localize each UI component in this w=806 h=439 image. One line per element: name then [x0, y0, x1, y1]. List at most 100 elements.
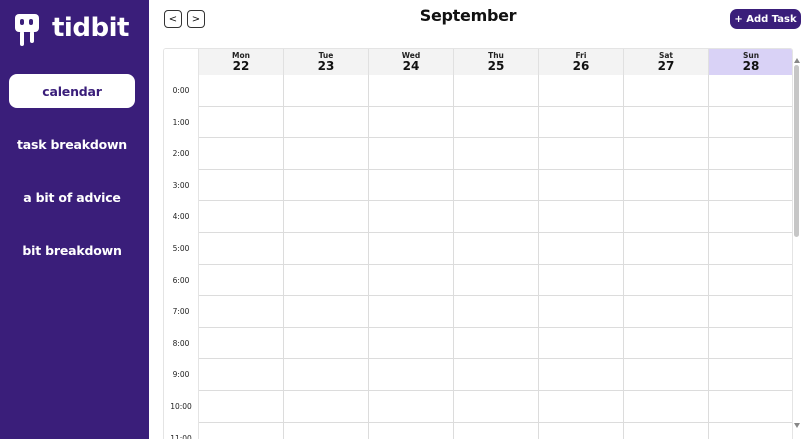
- time-slot-cell[interactable]: [369, 106, 454, 139]
- sidebar-item-calendar[interactable]: calendar: [9, 74, 135, 108]
- time-slot-cell[interactable]: [199, 391, 284, 423]
- time-slot-cell[interactable]: [454, 138, 539, 170]
- time-slot-cell[interactable]: [199, 75, 284, 107]
- time-slot-cell[interactable]: [624, 201, 709, 233]
- time-slot-cell[interactable]: [454, 201, 539, 233]
- day-date: 27: [657, 59, 675, 73]
- time-slot-cell[interactable]: [709, 170, 792, 202]
- time-slot-cell[interactable]: [454, 233, 539, 265]
- time-slot-cell[interactable]: [709, 75, 792, 107]
- time-slot-cell[interactable]: [284, 296, 369, 328]
- add-task-button[interactable]: + Add Task: [730, 9, 801, 29]
- time-slot-cell[interactable]: [454, 296, 539, 328]
- time-slot-cell[interactable]: [539, 233, 624, 265]
- sidebar-item-bit-breakdown[interactable]: bit breakdown: [9, 233, 135, 267]
- time-slot-cell[interactable]: [199, 201, 284, 233]
- time-slot-cell[interactable]: [624, 233, 709, 265]
- time-slot-cell[interactable]: [624, 327, 709, 360]
- sidebar-item-advice[interactable]: a bit of advice: [9, 180, 135, 214]
- time-slot-cell[interactable]: [454, 169, 539, 202]
- time-slot-cell[interactable]: [199, 264, 284, 297]
- time-slot-cell[interactable]: [369, 296, 454, 328]
- time-slot-cell[interactable]: [624, 391, 709, 423]
- time-slot-cell[interactable]: [624, 422, 709, 439]
- time-slot-cell[interactable]: [454, 359, 539, 391]
- time-slot-cell[interactable]: [624, 106, 709, 139]
- time-slot-cell[interactable]: [284, 106, 369, 139]
- scrollbar-thumb[interactable]: [794, 65, 799, 237]
- time-slot-cell[interactable]: [709, 359, 792, 391]
- time-slot-cell[interactable]: [369, 169, 454, 202]
- time-slot-cell[interactable]: [369, 75, 454, 107]
- time-slot-cell[interactable]: [199, 169, 284, 202]
- time-slot-cell[interactable]: [199, 327, 284, 360]
- calendar-scrollbar[interactable]: [793, 58, 801, 433]
- time-slot-cell[interactable]: [709, 107, 792, 139]
- time-slot-cell[interactable]: [284, 327, 369, 360]
- time-slot-cell[interactable]: [199, 233, 284, 265]
- sidebar-item-task-breakdown[interactable]: task breakdown: [9, 127, 135, 161]
- time-slot-cell[interactable]: [369, 391, 454, 423]
- time-slot-cell[interactable]: [454, 327, 539, 360]
- time-slot-cell[interactable]: [709, 201, 792, 233]
- time-slot-cell[interactable]: [284, 201, 369, 233]
- time-slot-cell[interactable]: [199, 106, 284, 139]
- time-slot-cell[interactable]: [539, 201, 624, 233]
- scroll-up-arrow-icon[interactable]: [794, 58, 800, 63]
- time-slot-cell[interactable]: [539, 75, 624, 107]
- time-slot-cell[interactable]: [369, 233, 454, 265]
- time-slot-cell[interactable]: [199, 359, 284, 391]
- time-slot-cell[interactable]: [454, 75, 539, 107]
- time-slot-cell[interactable]: [369, 201, 454, 233]
- time-slot-cell[interactable]: [284, 233, 369, 265]
- scroll-down-arrow-icon[interactable]: [794, 423, 800, 428]
- day-date: 23: [317, 59, 335, 73]
- next-week-button[interactable]: >: [187, 10, 205, 28]
- time-slot-cell[interactable]: [284, 391, 369, 423]
- time-slot-cell[interactable]: [454, 106, 539, 139]
- day-date: 22: [232, 59, 250, 73]
- time-slot-cell[interactable]: [539, 106, 624, 139]
- time-slot-cell[interactable]: [284, 75, 369, 107]
- time-slot-cell[interactable]: [624, 169, 709, 202]
- time-slot-cell[interactable]: [369, 327, 454, 360]
- time-slot-cell[interactable]: [539, 138, 624, 170]
- time-slot-cell[interactable]: [284, 359, 369, 391]
- time-slot-cell[interactable]: [199, 138, 284, 170]
- time-slot-cell[interactable]: [454, 264, 539, 297]
- time-slot-cell[interactable]: [709, 138, 792, 170]
- time-slot-cell[interactable]: [539, 327, 624, 360]
- time-slot-cell[interactable]: [709, 391, 792, 423]
- time-slot-cell[interactable]: [369, 138, 454, 170]
- time-slot-cell[interactable]: [624, 138, 709, 170]
- time-slot-cell[interactable]: [624, 264, 709, 297]
- time-slot-cell[interactable]: [454, 391, 539, 423]
- time-slot-cell[interactable]: [624, 75, 709, 107]
- time-slot-cell[interactable]: [539, 391, 624, 423]
- time-slot-cell[interactable]: [624, 296, 709, 328]
- time-label: 9:00: [164, 359, 199, 391]
- time-slot-cell[interactable]: [539, 359, 624, 391]
- time-slot-cell[interactable]: [539, 264, 624, 297]
- time-slot-cell[interactable]: [199, 422, 284, 439]
- time-slot-cell[interactable]: [624, 359, 709, 391]
- app-logo[interactable]: tidbit: [14, 10, 144, 50]
- time-slot-cell[interactable]: [709, 296, 792, 328]
- time-slot-cell[interactable]: [369, 422, 454, 439]
- time-slot-cell[interactable]: [284, 138, 369, 170]
- time-slot-cell[interactable]: [539, 169, 624, 202]
- time-slot-cell[interactable]: [709, 328, 792, 360]
- time-slot-cell[interactable]: [284, 264, 369, 297]
- time-slot-cell[interactable]: [284, 422, 369, 439]
- time-slot-cell[interactable]: [369, 359, 454, 391]
- time-slot-cell[interactable]: [454, 422, 539, 439]
- time-slot-cell[interactable]: [539, 422, 624, 439]
- time-slot-cell[interactable]: [709, 265, 792, 297]
- time-slot-cell[interactable]: [284, 169, 369, 202]
- time-slot-cell[interactable]: [709, 233, 792, 265]
- prev-week-button[interactable]: <: [164, 10, 182, 28]
- time-slot-cell[interactable]: [369, 264, 454, 297]
- time-slot-cell[interactable]: [539, 296, 624, 328]
- time-slot-cell[interactable]: [709, 423, 792, 439]
- time-slot-cell[interactable]: [199, 296, 284, 328]
